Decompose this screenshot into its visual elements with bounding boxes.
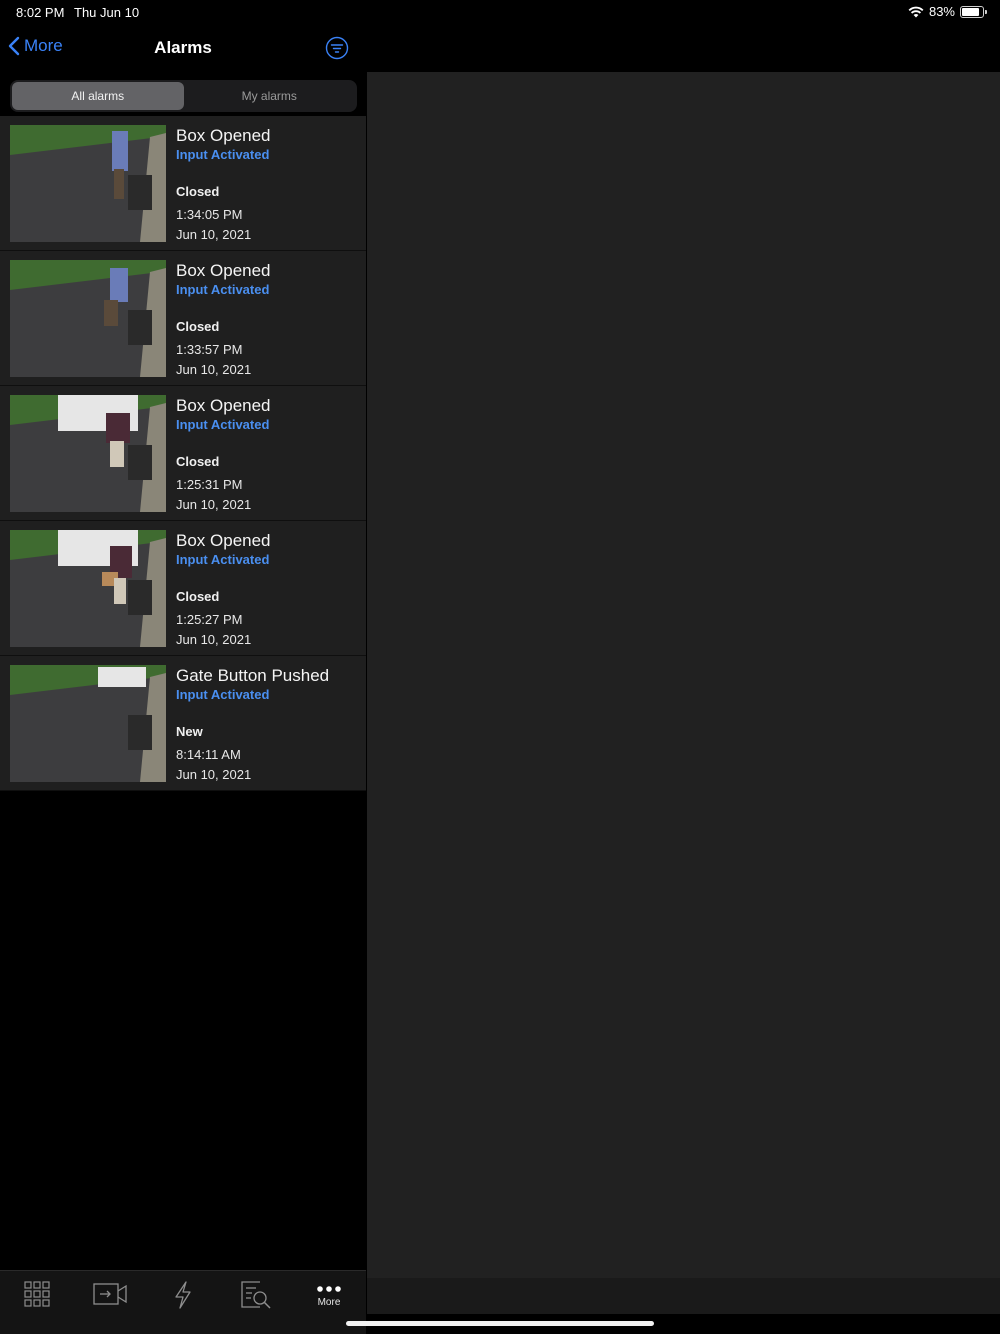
alarm-row[interactable]: Box Opened Input Activated Closed 1:34:0… <box>0 116 366 251</box>
alarm-list: Box Opened Input Activated Closed 1:34:0… <box>0 116 366 791</box>
alarm-state: New <box>176 724 203 739</box>
alarm-date: Jun 10, 2021 <box>176 362 252 377</box>
alarm-type: Input Activated <box>176 417 270 432</box>
alarm-date: Jun 10, 2021 <box>176 632 252 647</box>
alarm-row[interactable]: Box Opened Input Activated Closed 1:33:5… <box>0 251 366 386</box>
segment-all-alarms[interactable]: All alarms <box>12 82 184 110</box>
segment-my-alarms[interactable]: My alarms <box>184 82 356 110</box>
detail-pane-footer <box>367 1278 1000 1314</box>
filter-icon <box>325 36 349 60</box>
alarm-date: Jun 10, 2021 <box>176 497 252 512</box>
search-log-icon <box>241 1281 271 1309</box>
alarm-state: Closed <box>176 589 220 604</box>
wifi-icon <box>908 6 924 17</box>
alarm-title: Gate Button Pushed <box>176 666 330 685</box>
alarm-state: Closed <box>176 454 220 469</box>
alarm-row[interactable]: Box Opened Input Activated Closed 1:25:3… <box>0 386 366 521</box>
alarm-thumbnail <box>10 125 166 242</box>
status-date: Thu Jun 10 <box>74 5 140 20</box>
home-indicator <box>346 1321 654 1326</box>
alarm-thumbnail <box>10 530 166 647</box>
alarm-type: Input Activated <box>176 147 270 162</box>
tab-search-log[interactable] <box>236 1281 276 1315</box>
battery-percent: 83% <box>928 4 955 19</box>
alarm-thumbnail <box>10 395 166 512</box>
alarm-type: Input Activated <box>176 552 270 567</box>
alarm-date: Jun 10, 2021 <box>176 227 252 242</box>
navigation-bar: More Alarms <box>0 24 366 72</box>
alarm-thumbnail <box>10 260 166 377</box>
grid-view-icon <box>24 1281 50 1307</box>
filter-button[interactable] <box>325 36 349 60</box>
alarm-time: 8:14:11 AM <box>176 747 241 762</box>
alarm-title: Box Opened <box>176 396 271 415</box>
battery-icon <box>960 5 987 18</box>
alarm-thumbnail <box>10 665 166 782</box>
alarm-title: Box Opened <box>176 531 271 550</box>
alarm-time: 1:25:31 PM <box>176 477 243 492</box>
alarm-time: 1:25:27 PM <box>176 612 243 627</box>
detail-pane <box>367 72 1000 1278</box>
alarm-time: 1:33:57 PM <box>176 342 243 357</box>
status-time: 8:02 PM <box>16 5 65 20</box>
alarm-type: Input Activated <box>176 282 270 297</box>
tab-more[interactable]: More <box>309 1281 349 1315</box>
tab-alarms[interactable] <box>163 1281 203 1315</box>
status-indicators: 83% <box>908 4 987 19</box>
more-dots-icon <box>317 1286 341 1292</box>
alarm-row[interactable]: Box Opened Input Activated Closed 1:25:2… <box>0 521 366 656</box>
tab-bar: More <box>0 1270 366 1334</box>
alarm-state: Closed <box>176 184 220 199</box>
status-bar: 8:02 PM Thu Jun 10 83% <box>0 0 1000 24</box>
alarm-state: Closed <box>176 319 220 334</box>
alarm-lightning-icon <box>175 1281 191 1309</box>
alarm-type: Input Activated <box>176 687 270 702</box>
tab-more-label: More <box>317 1297 341 1308</box>
tab-export[interactable] <box>90 1281 130 1315</box>
alarm-row[interactable]: Gate Button Pushed Input Activated New 8… <box>0 656 366 791</box>
tab-grid-view[interactable] <box>17 1281 57 1315</box>
camera-export-icon <box>93 1283 127 1305</box>
alarm-date: Jun 10, 2021 <box>176 767 252 782</box>
alarm-filter-segmented-control: All alarms My alarms <box>10 80 357 112</box>
alarm-title: Box Opened <box>176 126 271 145</box>
alarm-time: 1:34:05 PM <box>176 207 243 222</box>
alarm-title: Box Opened <box>176 261 271 280</box>
page-title: Alarms <box>154 38 212 57</box>
battery-level <box>962 7 979 16</box>
